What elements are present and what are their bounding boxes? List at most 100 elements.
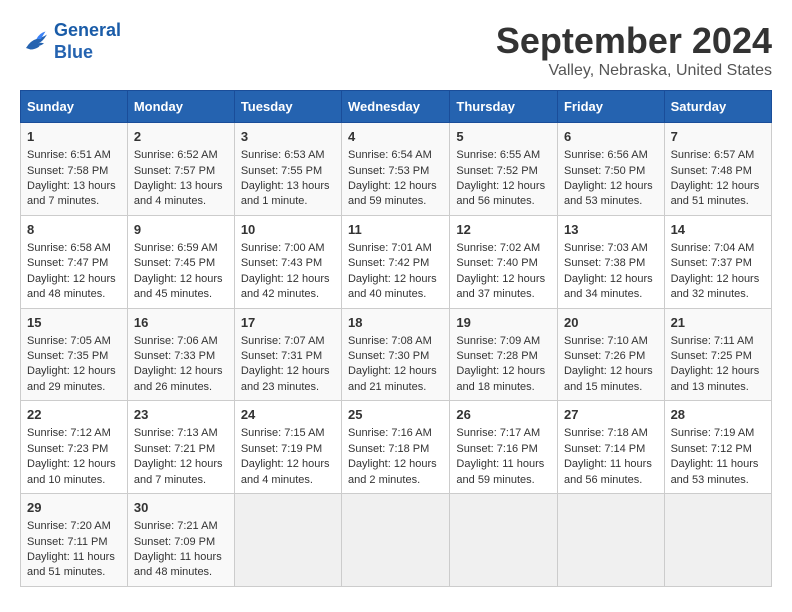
daylight-label: Daylight: 12 hours and 56 minutes.: [456, 180, 545, 207]
logo: General Blue: [20, 20, 121, 63]
calendar-cell: 29 Sunrise: 7:20 AM Sunset: 7:11 PM Dayligh…: [21, 494, 128, 587]
calendar-cell: 3 Sunrise: 6:53 AM Sunset: 7:55 PM Daylight…: [234, 123, 341, 216]
sunrise-label: Sunrise: 7:03 AM: [564, 242, 648, 254]
day-number: 12: [456, 221, 551, 239]
sunrise-label: Sunrise: 7:15 AM: [241, 427, 325, 439]
daylight-label: Daylight: 12 hours and 32 minutes.: [671, 273, 760, 300]
week-row-5: 29 Sunrise: 7:20 AM Sunset: 7:11 PM Dayligh…: [21, 494, 772, 587]
header-day-sunday: Sunday: [21, 91, 128, 123]
week-row-4: 22 Sunrise: 7:12 AM Sunset: 7:23 PM Dayligh…: [21, 401, 772, 494]
sunset-label: Sunset: 7:55 PM: [241, 165, 322, 177]
header-day-thursday: Thursday: [450, 91, 558, 123]
sunset-label: Sunset: 7:48 PM: [671, 165, 752, 177]
day-number: 29: [27, 499, 121, 517]
header-day-monday: Monday: [127, 91, 234, 123]
calendar-cell: 19Sunrise: 7:09 AMSunset: 7:28 PMDayligh…: [450, 308, 558, 401]
calendar-subtitle: Valley, Nebraska, United States: [496, 62, 772, 80]
calendar-cell: 12Sunrise: 7:02 AMSunset: 7:40 PMDayligh…: [450, 215, 558, 308]
sunrise-label: Sunrise: 7:12 AM: [27, 427, 111, 439]
day-number: 30: [134, 499, 228, 517]
sunrise-label: Sunrise: 7:05 AM: [27, 335, 111, 347]
sunset-label: Sunset: 7:53 PM: [348, 165, 429, 177]
sunset-label: Sunset: 7:19 PM: [241, 443, 322, 455]
sunrise-label: Sunrise: 7:18 AM: [564, 427, 648, 439]
calendar-cell: 8Sunrise: 6:58 AMSunset: 7:47 PMDaylight…: [21, 215, 128, 308]
sunrise-label: Sunrise: 7:21 AM: [134, 520, 218, 532]
sunrise-label: Sunrise: 7:00 AM: [241, 242, 325, 254]
daylight-label: Daylight: 11 hours and 53 minutes.: [671, 458, 759, 485]
daylight-label: Daylight: 12 hours and 26 minutes.: [134, 365, 223, 392]
day-number: 22: [27, 406, 121, 424]
calendar-cell: 21Sunrise: 7:11 AMSunset: 7:25 PMDayligh…: [664, 308, 771, 401]
sunrise-label: Sunrise: 7:06 AM: [134, 335, 218, 347]
sunset-label: Sunset: 7:16 PM: [456, 443, 537, 455]
calendar-cell: 24Sunrise: 7:15 AMSunset: 7:19 PMDayligh…: [234, 401, 341, 494]
calendar-cell: [234, 494, 341, 587]
daylight-label: Daylight: 12 hours and 10 minutes.: [27, 458, 116, 485]
sunset-label: Sunset: 7:21 PM: [134, 443, 215, 455]
sunset-label: Sunset: 7:58 PM: [27, 165, 108, 177]
header-day-tuesday: Tuesday: [234, 91, 341, 123]
sunrise-label: Sunrise: 6:57 AM: [671, 149, 755, 161]
sunset-label: Sunset: 7:23 PM: [27, 443, 108, 455]
daylight-label: Daylight: 12 hours and 37 minutes.: [456, 273, 545, 300]
sunrise-label: Sunrise: 7:19 AM: [671, 427, 755, 439]
daylight-label: Daylight: 11 hours and 56 minutes.: [564, 458, 652, 485]
sunset-label: Sunset: 7:12 PM: [671, 443, 752, 455]
day-number: 19: [456, 314, 551, 332]
sunrise-label: Sunrise: 7:16 AM: [348, 427, 432, 439]
calendar-cell: 27Sunrise: 7:18 AMSunset: 7:14 PMDayligh…: [557, 401, 664, 494]
day-number: 11: [348, 221, 443, 239]
calendar-cell: 1Sunrise: 6:51 AMSunset: 7:58 PMDaylight…: [21, 123, 128, 216]
calendar-cell: 15Sunrise: 7:05 AMSunset: 7:35 PMDayligh…: [21, 308, 128, 401]
calendar-cell: 23Sunrise: 7:13 AMSunset: 7:21 PMDayligh…: [127, 401, 234, 494]
sunset-label: Sunset: 7:43 PM: [241, 257, 322, 269]
sunrise-label: Sunrise: 7:13 AM: [134, 427, 218, 439]
day-number: 16: [134, 314, 228, 332]
day-number: 1: [27, 128, 121, 146]
daylight-label: Daylight: 13 hours and 7 minutes.: [27, 180, 116, 207]
sunset-label: Sunset: 7:14 PM: [564, 443, 645, 455]
sunrise-label: Sunrise: 6:59 AM: [134, 242, 218, 254]
day-number: 21: [671, 314, 765, 332]
sunset-label: Sunset: 7:33 PM: [134, 350, 215, 362]
day-number: 13: [564, 221, 658, 239]
sunrise-label: Sunrise: 7:20 AM: [27, 520, 111, 532]
sunrise-label: Sunrise: 6:58 AM: [27, 242, 111, 254]
week-row-3: 15Sunrise: 7:05 AMSunset: 7:35 PMDayligh…: [21, 308, 772, 401]
sunset-label: Sunset: 7:18 PM: [348, 443, 429, 455]
sunset-label: Sunset: 7:50 PM: [564, 165, 645, 177]
daylight-label: Daylight: 12 hours and 48 minutes.: [27, 273, 116, 300]
header-day-friday: Friday: [557, 91, 664, 123]
week-row-2: 8Sunrise: 6:58 AMSunset: 7:47 PMDaylight…: [21, 215, 772, 308]
day-number: 3: [241, 128, 335, 146]
sunrise-label: Sunrise: 7:08 AM: [348, 335, 432, 347]
sunset-label: Sunset: 7:37 PM: [671, 257, 752, 269]
sunset-label: Sunset: 7:52 PM: [456, 165, 537, 177]
sunrise-label: Sunrise: 6:53 AM: [241, 149, 325, 161]
daylight-label: Daylight: 11 hours and 51 minutes.: [27, 551, 115, 578]
sunrise-label: Sunrise: 7:02 AM: [456, 242, 540, 254]
sunset-label: Sunset: 7:31 PM: [241, 350, 322, 362]
header-day-saturday: Saturday: [664, 91, 771, 123]
sunset-label: Sunset: 7:45 PM: [134, 257, 215, 269]
sunset-label: Sunset: 7:11 PM: [27, 536, 108, 548]
day-number: 26: [456, 406, 551, 424]
calendar-cell: 26Sunrise: 7:17 AMSunset: 7:16 PMDayligh…: [450, 401, 558, 494]
daylight-label: Daylight: 12 hours and 4 minutes.: [241, 458, 330, 485]
sunset-label: Sunset: 7:30 PM: [348, 350, 429, 362]
daylight-label: Daylight: 11 hours and 59 minutes.: [456, 458, 544, 485]
header: General Blue September 2024 Valley, Nebr…: [20, 20, 772, 80]
sunrise-label: Sunrise: 6:55 AM: [456, 149, 540, 161]
sunrise-label: Sunrise: 7:04 AM: [671, 242, 755, 254]
daylight-label: Daylight: 13 hours and 1 minute.: [241, 180, 330, 207]
day-number: 17: [241, 314, 335, 332]
header-row: SundayMondayTuesdayWednesdayThursdayFrid…: [21, 91, 772, 123]
calendar-cell: 2Sunrise: 6:52 AMSunset: 7:57 PMDaylight…: [127, 123, 234, 216]
calendar-cell: 17Sunrise: 7:07 AMSunset: 7:31 PMDayligh…: [234, 308, 341, 401]
day-number: 20: [564, 314, 658, 332]
day-number: 10: [241, 221, 335, 239]
sunrise-label: Sunrise: 7:11 AM: [671, 335, 754, 347]
daylight-label: Daylight: 12 hours and 45 minutes.: [134, 273, 223, 300]
daylight-label: Daylight: 12 hours and 13 minutes.: [671, 365, 760, 392]
